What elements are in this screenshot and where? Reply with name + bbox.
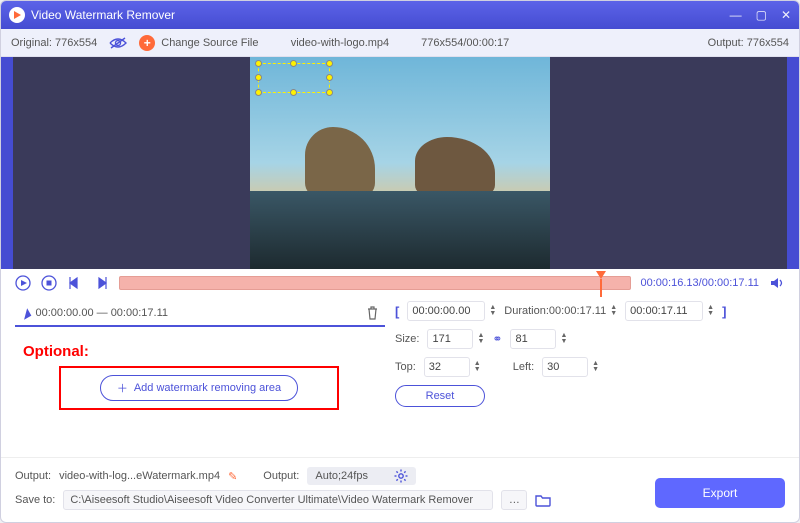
eraser-icon: ◢	[18, 305, 32, 320]
stepper[interactable]: ▲▼	[610, 305, 617, 317]
handle-nw[interactable]	[255, 60, 262, 67]
pos-left-input[interactable]	[542, 357, 588, 377]
segment-range: 00:00:00.00 — 00:00:17.11	[35, 307, 168, 319]
video-preview[interactable]	[1, 57, 799, 269]
app-logo-icon	[9, 7, 25, 23]
lock-ratio-icon[interactable]: ⚭	[492, 332, 502, 346]
preview-toggle-icon[interactable]	[109, 37, 127, 49]
export-button[interactable]: Export	[655, 478, 785, 508]
minimize-icon[interactable]: ―	[730, 8, 742, 22]
original-dims: Original: 776x554	[11, 37, 97, 49]
handle-s[interactable]	[290, 89, 297, 96]
bottom-bar: Output: video-with-log...eWatermark.mp4 …	[1, 457, 799, 522]
handle-ne[interactable]	[326, 60, 333, 67]
change-source-button[interactable]: + Change Source File	[139, 35, 258, 51]
reset-button[interactable]: Reset	[395, 385, 485, 407]
stepper[interactable]: ▲▼	[477, 333, 484, 345]
timecode: 00:00:16.13/00:00:17.11	[641, 277, 759, 289]
app-title: Video Watermark Remover	[31, 8, 175, 22]
range-start-input[interactable]	[407, 301, 485, 321]
stepper[interactable]: ▲▼	[707, 305, 714, 317]
edit-filename-icon[interactable]: ✎	[228, 470, 237, 483]
source-dims-time: 776x554/00:00:17	[421, 37, 509, 49]
close-icon[interactable]: ✕	[781, 8, 791, 22]
maximize-icon[interactable]: ▢	[756, 8, 767, 22]
handle-e[interactable]	[326, 74, 333, 81]
stepper[interactable]: ▲▼	[592, 361, 599, 373]
stepper[interactable]: ▲▼	[560, 333, 567, 345]
stepper[interactable]: ▲▼	[489, 305, 496, 317]
optional-label: Optional:	[23, 343, 385, 360]
pos-top-input[interactable]	[424, 357, 470, 377]
volume-icon[interactable]	[769, 275, 785, 291]
stop-button[interactable]	[41, 275, 57, 291]
saveto-path-input[interactable]	[63, 490, 493, 510]
output-filename: video-with-log...eWatermark.mp4	[59, 470, 220, 482]
saveto-label: Save to:	[15, 494, 55, 506]
top-label: Top:	[395, 361, 416, 373]
video-frame	[250, 57, 550, 269]
handle-sw[interactable]	[255, 89, 262, 96]
set-in-button[interactable]	[67, 275, 83, 291]
timeline-cursor[interactable]	[596, 271, 606, 279]
add-watermark-area-button[interactable]: ＋ Add watermark removing area	[100, 375, 298, 401]
output-format-chip[interactable]: Auto;24fps	[307, 467, 416, 485]
bracket-close-icon[interactable]: ]	[722, 304, 726, 319]
watermark-selection-box[interactable]	[258, 63, 330, 93]
duration-label: Duration:00:00:17.11	[504, 305, 606, 317]
source-filename: video-with-logo.mp4	[291, 37, 389, 49]
timeline-track[interactable]	[119, 276, 631, 290]
left-label: Left:	[513, 361, 534, 373]
handle-n[interactable]	[290, 60, 297, 67]
output-format-label: Output:	[263, 470, 299, 482]
size-label: Size:	[395, 333, 419, 345]
open-folder-icon[interactable]	[535, 493, 551, 507]
gear-icon[interactable]	[394, 469, 408, 483]
play-button[interactable]	[15, 275, 31, 291]
annotation-highlight: ＋ Add watermark removing area	[59, 366, 339, 410]
playback-controls: 00:00:16.13/00:00:17.11	[1, 269, 799, 297]
stepper[interactable]: ▲▼	[474, 361, 481, 373]
range-end-input[interactable]	[625, 301, 703, 321]
plus-icon: ＋	[117, 380, 128, 396]
handle-se[interactable]	[326, 89, 333, 96]
handle-w[interactable]	[255, 74, 262, 81]
output-file-label: Output:	[15, 470, 51, 482]
delete-segment-button[interactable]	[366, 306, 379, 320]
bracket-open-icon[interactable]: [	[395, 304, 399, 319]
segment-row[interactable]: ◢ 00:00:00.00 — 00:00:17.11	[15, 301, 385, 327]
infobar: Original: 776x554 + Change Source File v…	[1, 29, 799, 57]
titlebar: Video Watermark Remover ― ▢ ✕	[1, 1, 799, 29]
segments-panel: ◢ 00:00:00.00 — 00:00:17.11 Optional: ＋ …	[15, 301, 385, 415]
set-out-button[interactable]	[93, 275, 109, 291]
plus-icon: +	[139, 35, 155, 51]
browse-button[interactable]: …	[501, 490, 527, 510]
properties-panel: [ ▲▼ Duration:00:00:17.11 ▲▼ ▲▼ ] Size: …	[395, 301, 785, 415]
app-window: Video Watermark Remover ― ▢ ✕ Original: …	[0, 0, 800, 523]
output-dims: Output: 776x554	[708, 37, 789, 49]
size-height-input[interactable]	[510, 329, 556, 349]
size-width-input[interactable]	[427, 329, 473, 349]
